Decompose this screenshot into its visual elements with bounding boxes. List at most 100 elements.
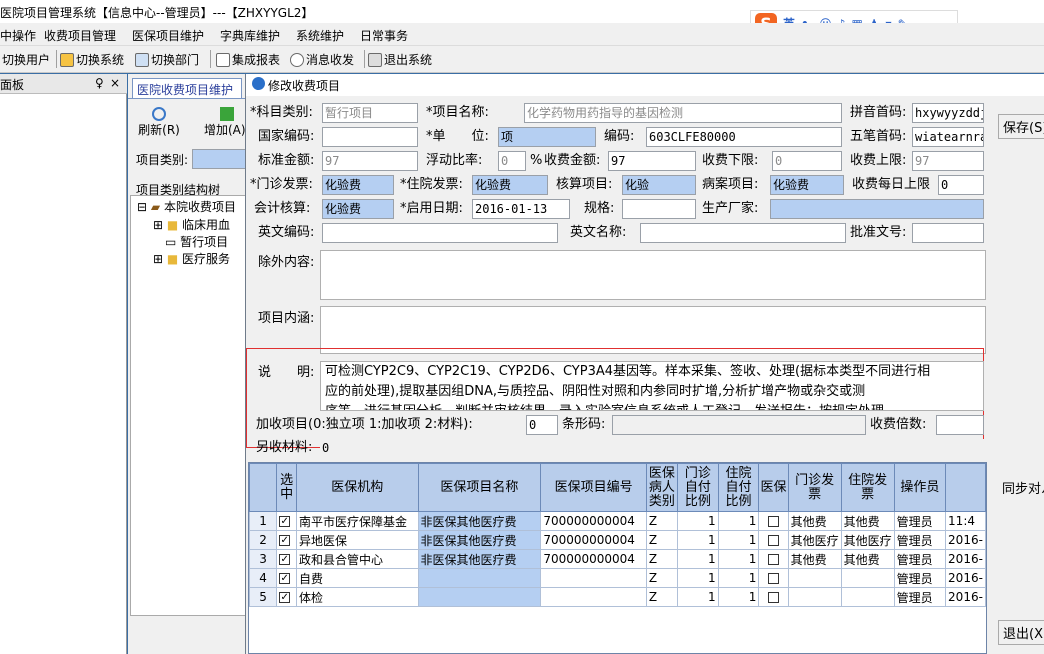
op-invoice-field[interactable]: 化验费: [322, 175, 394, 195]
op-invoice-cell[interactable]: [787, 587, 842, 607]
col-selected[interactable]: 选中: [276, 463, 297, 512]
row-number[interactable]: 4: [249, 568, 278, 588]
checkbox-cell[interactable]: ✓: [276, 568, 297, 588]
operator-cell[interactable]: 管理员: [893, 530, 947, 550]
col-item-code[interactable]: 医保项目编号: [540, 463, 647, 512]
tree-item-blood[interactable]: ⊞ ■ 临床用血: [153, 216, 230, 233]
op-invoice-cell[interactable]: 其他费: [787, 511, 842, 531]
daily-limit-field[interactable]: 0: [938, 175, 984, 195]
tree-item-temp[interactable]: ▭ 暂行项目: [165, 233, 228, 250]
table-row[interactable]: 2 ✓ 异地医保 非医保其他医疗费 700000000004 Z 1 1 其他医疗 其他医疗 管理员…: [249, 530, 986, 550]
op-ratio-cell[interactable]: 1: [677, 568, 719, 588]
tree-item-service[interactable]: ⊞ ■ 医疗服务: [153, 250, 230, 267]
ip-invoice-cell[interactable]: 其他医疗: [840, 530, 895, 550]
ip-invoice-cell[interactable]: [840, 568, 895, 588]
en-code-field[interactable]: [322, 223, 558, 243]
org-cell[interactable]: 南平市医疗保障基金: [295, 511, 419, 531]
item-code-cell[interactable]: 700000000004: [540, 511, 647, 531]
pin-icon[interactable]: ♀: [95, 76, 104, 90]
insured-checkbox[interactable]: [767, 516, 779, 527]
item-code-cell[interactable]: [540, 568, 647, 588]
col-ip-ratio[interactable]: 住院自付比例: [717, 463, 760, 512]
code-field[interactable]: 603CLFE80000: [646, 127, 842, 147]
save-button[interactable]: 保存(S): [998, 114, 1044, 139]
select-checkbox[interactable]: ✓: [279, 554, 291, 565]
fee-amount-field[interactable]: 97: [608, 151, 696, 171]
time-cell[interactable]: 2016-: [945, 568, 986, 588]
org-cell[interactable]: 自费: [295, 568, 419, 588]
wubi-field[interactable]: wiatearnra: [912, 127, 984, 147]
insured-cell[interactable]: [758, 568, 789, 588]
ip-invoice-cell[interactable]: 其他费: [840, 549, 895, 569]
exit-button[interactable]: 退出(X): [998, 620, 1044, 645]
time-cell[interactable]: 2016-: [945, 587, 986, 607]
time-cell[interactable]: 11:4: [945, 511, 986, 531]
std-amount-field[interactable]: 97: [322, 151, 418, 171]
row-number[interactable]: 1: [249, 511, 278, 531]
operator-cell[interactable]: 管理员: [893, 549, 947, 569]
approval-field[interactable]: [912, 223, 984, 243]
patient-type-cell[interactable]: Z: [645, 568, 679, 588]
switch-dept-button[interactable]: 切换部门: [135, 51, 199, 68]
item-name-field[interactable]: 化学药物用药指导的基因检测: [524, 103, 842, 123]
pinyin-field[interactable]: hxywyyzddj: [912, 103, 984, 123]
table-row[interactable]: 1 ✓ 南平市医疗保障基金 非医保其他医疗费 700000000004 Z 1 1 其他费 其他费…: [249, 511, 986, 531]
insured-checkbox[interactable]: [767, 573, 779, 584]
checkbox-cell[interactable]: ✓: [276, 530, 297, 550]
reports-button[interactable]: 集成报表: [216, 51, 280, 68]
insured-checkbox[interactable]: [767, 535, 779, 546]
table-row[interactable]: 5 ✓ 体检 Z 1 1 管理员 2016-: [249, 587, 986, 607]
sync-button[interactable]: 同步对ル: [998, 476, 1044, 499]
insured-cell[interactable]: [758, 549, 789, 569]
fee-high-field[interactable]: 97: [912, 151, 984, 171]
col-item-name[interactable]: 医保项目名称: [417, 463, 542, 512]
ip-invoice-field[interactable]: 化验费: [472, 175, 548, 195]
float-ratio-field[interactable]: 0: [498, 151, 526, 171]
col-insured[interactable]: 医保: [758, 463, 789, 512]
item-code-cell[interactable]: [540, 587, 647, 607]
op-invoice-cell[interactable]: 其他费: [787, 549, 842, 569]
en-name-field[interactable]: [640, 223, 846, 243]
table-row[interactable]: 4 ✓ 自费 Z 1 1 管理员 2016-: [249, 568, 986, 588]
ip-ratio-cell[interactable]: 1: [717, 511, 760, 531]
op-ratio-cell[interactable]: 1: [677, 549, 719, 569]
op-ratio-cell[interactable]: 1: [677, 587, 719, 607]
select-checkbox[interactable]: ✓: [279, 573, 291, 584]
ip-ratio-cell[interactable]: 1: [717, 568, 760, 588]
insured-checkbox[interactable]: [767, 592, 779, 603]
col-op-invoice[interactable]: 门诊发票: [787, 463, 842, 512]
maker-field[interactable]: [770, 199, 984, 219]
item-name-cell[interactable]: 非医保其他医疗费: [417, 549, 542, 569]
close-icon[interactable]: ×: [110, 76, 120, 90]
row-number[interactable]: 2: [249, 530, 278, 550]
spec-field[interactable]: [622, 199, 696, 219]
item-name-cell[interactable]: 非医保其他医疗费: [417, 530, 542, 550]
switch-system-button[interactable]: 切换系统: [60, 51, 124, 68]
select-checkbox[interactable]: ✓: [279, 592, 291, 603]
switch-user-button[interactable]: 切换用户: [2, 51, 50, 68]
description-textarea[interactable]: 可检测CYP2C9、CYP2C19、CYP2D6、CYP3A4基因等。样本采集、…: [320, 361, 984, 411]
item-code-cell[interactable]: 700000000004: [540, 549, 647, 569]
operator-cell[interactable]: 管理员: [893, 587, 947, 607]
col-patient-type[interactable]: 医保病人类别: [645, 463, 679, 512]
extra-item-field[interactable]: 0: [526, 415, 558, 435]
insured-cell[interactable]: [758, 530, 789, 550]
checkbox-cell[interactable]: ✓: [276, 587, 297, 607]
other-material-field[interactable]: 0: [320, 439, 986, 457]
tree-root[interactable]: ⊟ ▰ 本院收费项目: [137, 198, 236, 215]
acc-item-field[interactable]: 化验: [622, 175, 696, 195]
unit-field[interactable]: 项: [498, 127, 596, 147]
exclude-textarea[interactable]: [320, 250, 986, 300]
time-cell[interactable]: 2016-: [945, 530, 986, 550]
patient-type-cell[interactable]: Z: [645, 530, 679, 550]
menu-insurance[interactable]: 医保项目维护: [132, 27, 204, 44]
op-ratio-cell[interactable]: 1: [677, 511, 719, 531]
barcode-field[interactable]: [612, 415, 866, 435]
menu-dictionary[interactable]: 字典库维护: [220, 27, 280, 44]
start-date-field[interactable]: 2016-01-13: [472, 199, 570, 219]
insured-cell[interactable]: [758, 587, 789, 607]
col-org[interactable]: 医保机构: [295, 463, 419, 512]
tab-fee-items[interactable]: 医院收费项目维护: [132, 78, 242, 98]
ip-invoice-cell[interactable]: 其他费: [840, 511, 895, 531]
checkbox-cell[interactable]: ✓: [276, 549, 297, 569]
